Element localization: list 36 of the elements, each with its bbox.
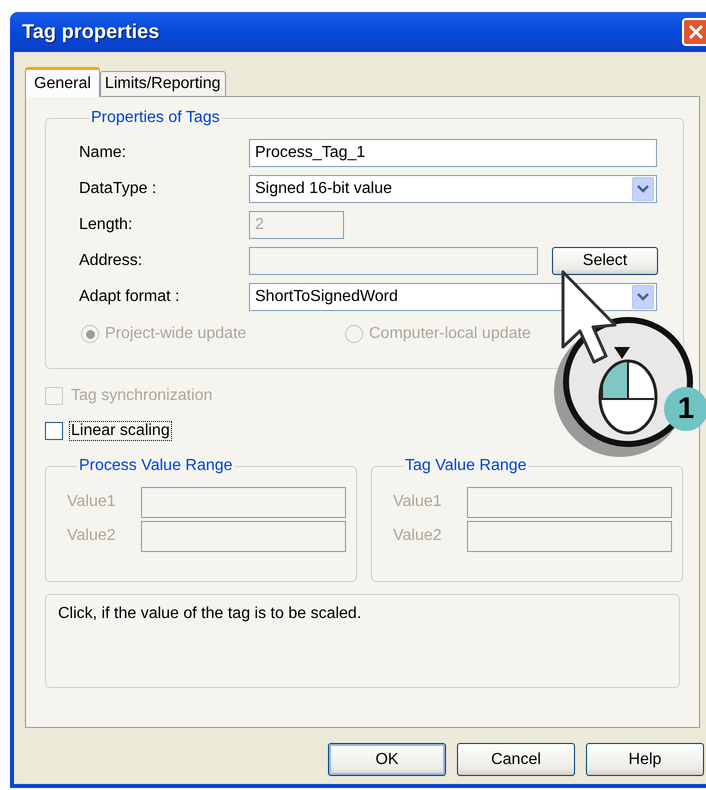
field-label: Value2 (393, 527, 443, 545)
description-text: Click, if the value of the tag is to be scaled. (58, 605, 362, 622)
field-label: DataType : (79, 180, 158, 198)
field-label: Length: (79, 216, 134, 234)
field-label: Value1 (393, 493, 443, 511)
dialog-button[interactable]: Cancel (457, 743, 575, 776)
radio-label: Computer-local update (369, 325, 531, 343)
group-title: Properties of Tags (90, 109, 221, 127)
input-field[interactable] (249, 247, 538, 275)
field-label: Value1 (67, 493, 117, 511)
field-label: Value2 (67, 527, 117, 545)
group-title: Process Value Range (78, 457, 234, 475)
window-title: Tag properties (22, 20, 160, 44)
input-field[interactable] (141, 486, 346, 518)
group-title: Tag Value Range (404, 457, 528, 475)
radio-label: Project-wide update (105, 325, 246, 343)
dialog-button[interactable]: Help (586, 743, 704, 776)
tab[interactable]: Limits/Reporting (100, 71, 226, 96)
input-field[interactable] (467, 520, 672, 552)
close-button[interactable] (682, 18, 706, 46)
dropdown[interactable]: ShortToSignedWord (249, 283, 657, 311)
checkbox-label: Tag synchronization (70, 386, 214, 406)
input-field[interactable] (141, 520, 346, 552)
dialog-button[interactable]: OK (328, 743, 446, 776)
field-label: Name: (79, 144, 128, 162)
dropdown[interactable]: Signed 16-bit value (249, 175, 657, 203)
cursor-icon (561, 270, 619, 366)
tab[interactable]: General (25, 67, 100, 97)
checkbox-label: Linear scaling (69, 420, 172, 440)
checkbox[interactable] (45, 422, 63, 440)
field-label: Address: (79, 252, 144, 270)
select-button[interactable]: Select (552, 247, 658, 275)
close-icon (687, 23, 705, 41)
input-field[interactable] (467, 486, 672, 518)
field-label: Adapt format : (79, 288, 180, 306)
input-field[interactable]: Process_Tag_1 (249, 139, 657, 167)
